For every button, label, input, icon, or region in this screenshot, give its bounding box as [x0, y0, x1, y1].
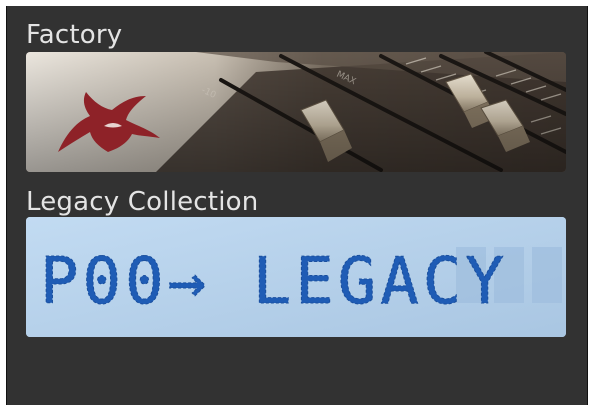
preset-library-panel: Factory Legacy Collection P00→ LEGACY	[6, 6, 588, 405]
factory-library-card[interactable]: MAX -10	[26, 52, 566, 172]
lcd-readout: P00→ LEGACY	[40, 245, 508, 319]
lcd-display: P00→ LEGACY	[26, 217, 566, 337]
legacy-collection-card[interactable]: P00→ LEGACY	[26, 217, 566, 337]
fader-console-image: MAX -10	[26, 52, 566, 172]
factory-section-title: Factory	[26, 20, 123, 50]
legacy-section-title: Legacy Collection	[26, 187, 259, 217]
